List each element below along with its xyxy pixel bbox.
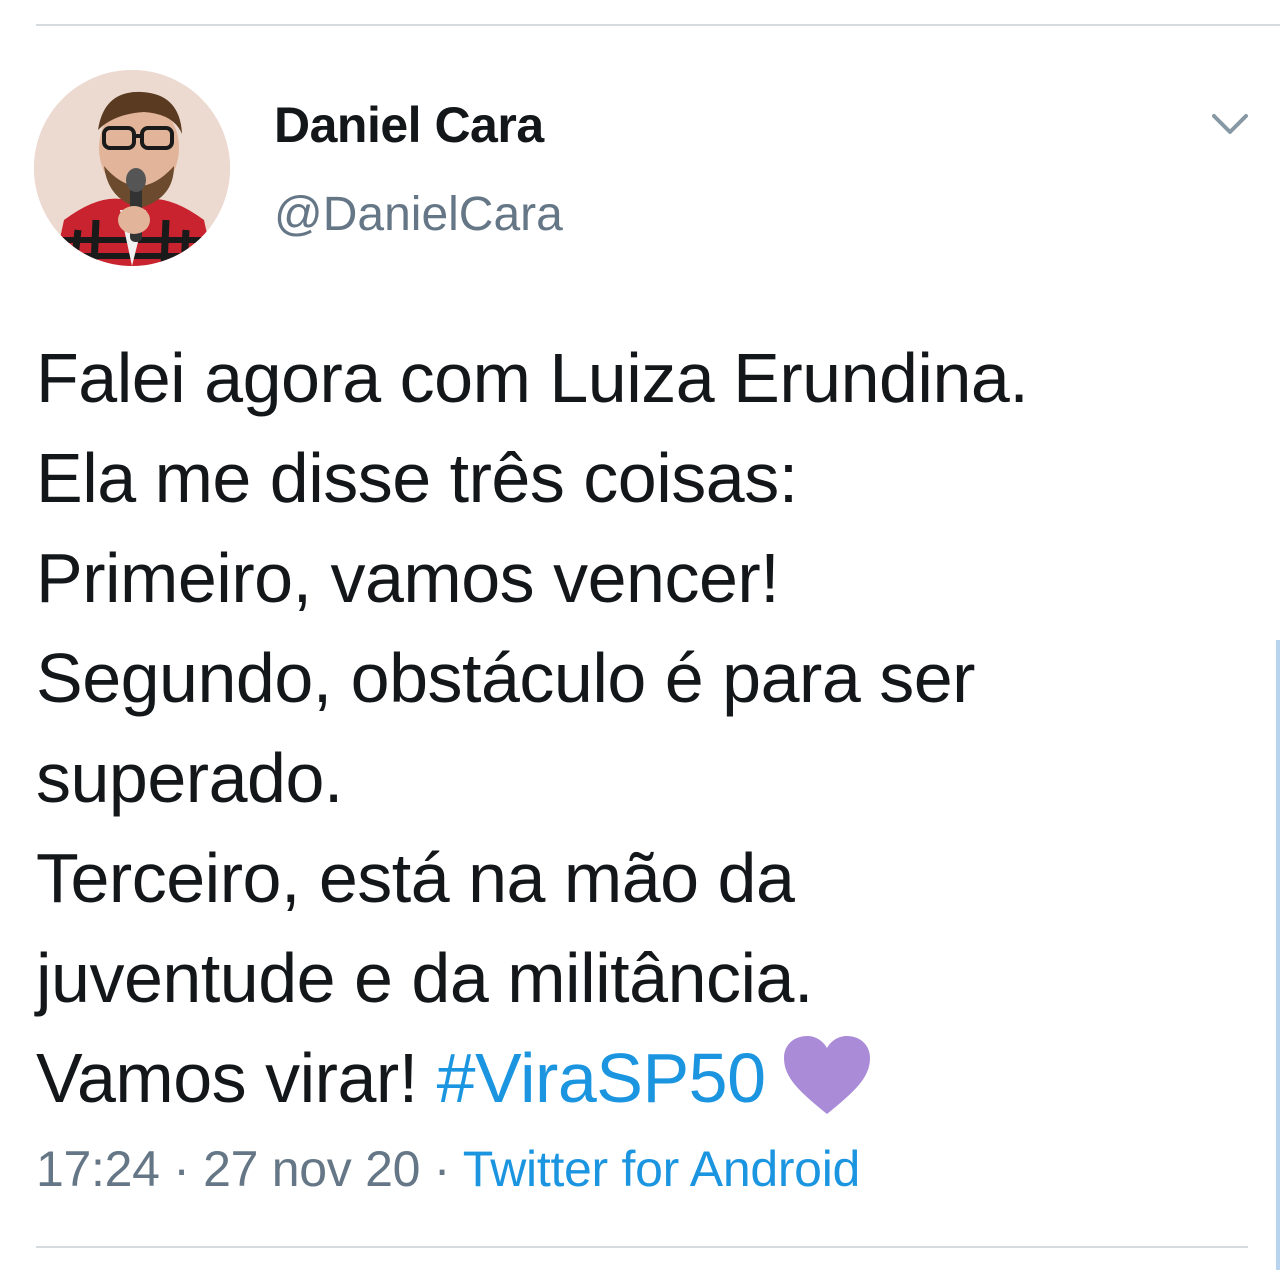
avatar[interactable] — [34, 70, 230, 266]
scrollbar[interactable] — [1276, 640, 1280, 1270]
tweet-line-text: Vamos virar! — [36, 1039, 437, 1117]
tweet-line: Terceiro, está na mão da — [36, 839, 795, 917]
tweet-time[interactable]: 17:24 — [36, 1141, 160, 1197]
display-name[interactable]: Daniel Cara — [274, 96, 544, 154]
tweet-line: Segundo, obstáculo é para ser — [36, 639, 975, 717]
tweet-line: Primeiro, vamos vencer! — [36, 539, 780, 617]
tweet-screen: Daniel Cara @DanielCara Falei agora com … — [0, 0, 1280, 1280]
tweet-line: superado. — [36, 739, 343, 817]
chevron-down-icon[interactable] — [1206, 104, 1254, 144]
tweet-line-last: Vamos virar! #ViraSP50 — [36, 1028, 1256, 1128]
hashtag-link[interactable]: #ViraSP50 — [437, 1039, 766, 1117]
meta-separator: · — [159, 1141, 204, 1197]
tweet-text: Falei agora com Luiza Erundina. Ela me d… — [36, 328, 1256, 1128]
tweet-line: Falei agora com Luiza Erundina. — [36, 339, 1029, 417]
tweet-source-link[interactable]: Twitter for Android — [463, 1141, 861, 1197]
tweet-line: juventude e da militância. — [36, 939, 813, 1017]
purple-heart-icon — [780, 1034, 874, 1116]
meta-separator: · — [420, 1141, 463, 1197]
top-divider — [36, 24, 1280, 26]
tweet-date[interactable]: 27 nov 20 — [203, 1141, 420, 1197]
tweet-meta: 17:24 · 27 nov 20 · Twitter for Android — [36, 1140, 860, 1198]
user-handle[interactable]: @DanielCara — [274, 187, 563, 242]
bottom-divider — [36, 1246, 1248, 1248]
tweet-line: Ela me disse três coisas: — [36, 439, 798, 517]
